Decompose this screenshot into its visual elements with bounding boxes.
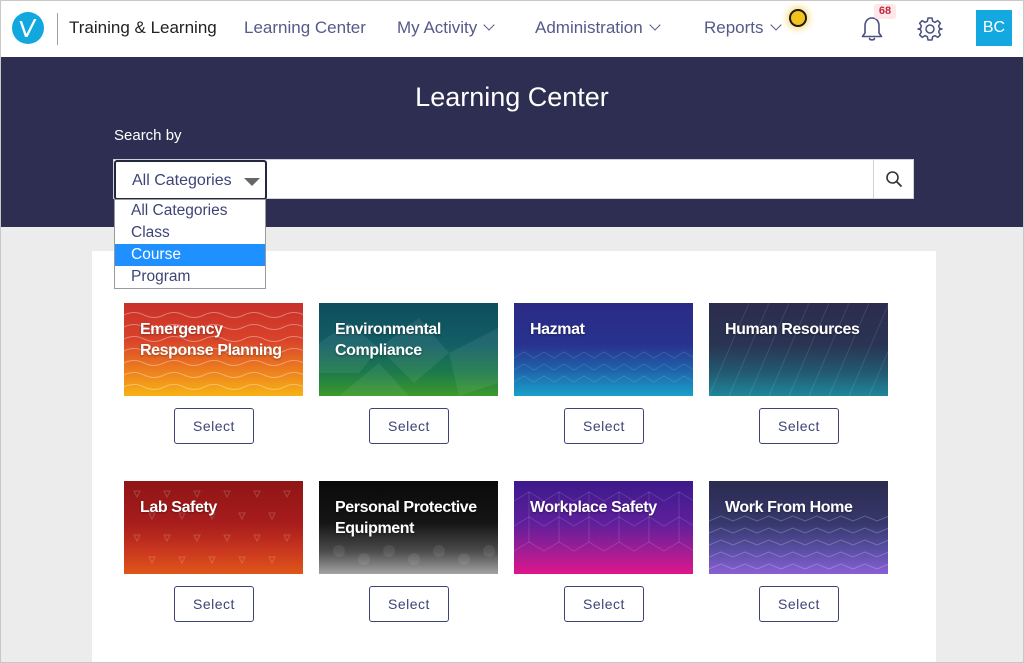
category-title: Human Resources	[725, 321, 860, 338]
nav-my-activity[interactable]: My Activity	[397, 18, 495, 38]
nav-learning-center[interactable]: Learning Center	[244, 18, 366, 38]
search-input[interactable]	[269, 161, 873, 197]
category-image[interactable]: Environmental Compliance	[319, 303, 498, 396]
category-title: Work From Home	[725, 499, 853, 516]
top-navigation: Training & Learning Learning Center My A…	[1, 1, 1023, 57]
chevron-down-icon	[483, 19, 495, 31]
user-avatar[interactable]: BC	[976, 10, 1012, 46]
dropdown-option-program[interactable]: Program	[115, 266, 265, 288]
nav-my-activity-label: My Activity	[397, 18, 478, 37]
nav-reports-label: Reports	[704, 18, 764, 37]
app-title: Training & Learning	[69, 18, 217, 37]
page-title: Learning Center	[415, 82, 609, 112]
select-button[interactable]: Select	[369, 586, 449, 622]
category-select[interactable]: All Categories	[114, 160, 267, 200]
category-title: Environmental Compliance	[335, 321, 441, 359]
select-button[interactable]: Select	[759, 586, 839, 622]
dropdown-option-course[interactable]: Course	[115, 244, 265, 266]
category-image[interactable]: Personal Protective Equipment	[319, 481, 498, 574]
bell-icon[interactable]	[859, 15, 885, 43]
nav-divider	[57, 13, 58, 45]
select-button[interactable]: Select	[759, 408, 839, 444]
category-image[interactable]: Lab Safety	[124, 481, 303, 574]
cursor-indicator	[789, 9, 807, 27]
category-title: Lab Safety	[140, 499, 217, 516]
category-panel: Emergency Response Planning Select Envir…	[92, 251, 936, 662]
category-image[interactable]: Workplace Safety	[514, 481, 693, 574]
select-button[interactable]: Select	[564, 586, 644, 622]
nav-administration-label: Administration	[535, 18, 643, 37]
chevron-down-icon	[649, 19, 661, 31]
category-title: Emergency Response Planning	[140, 321, 282, 359]
category-image[interactable]: Emergency Response Planning	[124, 303, 303, 396]
notification-badge: 68	[874, 4, 896, 19]
category-image[interactable]: Hazmat	[514, 303, 693, 396]
category-image[interactable]: Human Resources	[709, 303, 888, 396]
caret-down-icon	[244, 178, 260, 186]
search-bar: All Categories	[113, 159, 914, 200]
nav-administration[interactable]: Administration	[535, 18, 661, 38]
search-label: Search by	[114, 127, 182, 144]
select-button[interactable]: Select	[174, 408, 254, 444]
check-logo-icon[interactable]	[12, 12, 44, 44]
select-button[interactable]: Select	[174, 586, 254, 622]
select-button[interactable]: Select	[564, 408, 644, 444]
category-image[interactable]: Work From Home	[709, 481, 888, 574]
chevron-down-icon	[769, 19, 782, 31]
dropdown-option-all-categories[interactable]: All Categories	[115, 200, 265, 222]
nav-reports[interactable]: Reports	[704, 18, 782, 38]
app-window: Training & Learning Learning Center My A…	[0, 0, 1024, 663]
category-dropdown-list: All Categories Class Course Program	[114, 199, 266, 289]
category-select-value: All Categories	[132, 172, 232, 189]
category-title: Workplace Safety	[530, 499, 657, 516]
search-button[interactable]	[873, 160, 913, 198]
dropdown-option-class[interactable]: Class	[115, 222, 265, 244]
select-button[interactable]: Select	[369, 408, 449, 444]
category-title: Personal Protective Equipment	[335, 499, 477, 537]
gear-icon[interactable]	[917, 16, 943, 42]
nav-learning-center-label: Learning Center	[244, 18, 366, 37]
category-title: Hazmat	[530, 321, 585, 338]
search-icon	[886, 171, 902, 187]
